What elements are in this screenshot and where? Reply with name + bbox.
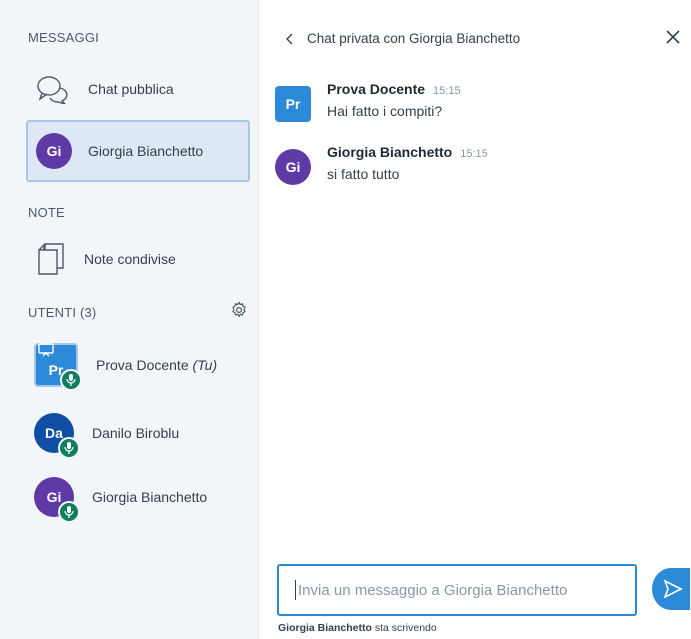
shared-notes-label: Note condivise xyxy=(84,251,176,267)
microphone-icon xyxy=(58,437,80,459)
message-input[interactable]: Invia un messaggio a Giorgia Bianchetto xyxy=(277,564,637,616)
avatar: Pr xyxy=(275,86,311,122)
chat-message: Pr Prova Docente 15:15 Hai fatto i compit… xyxy=(275,81,461,122)
user-name: Giorgia Bianchetto xyxy=(92,489,208,505)
message-text: Hai fatto i compiti? xyxy=(327,103,443,119)
input-placeholder: Invia un messaggio a Giorgia Bianchetto xyxy=(298,581,568,599)
gear-icon[interactable] xyxy=(230,301,248,319)
message-author: Prova Docente xyxy=(327,81,426,97)
chat-message: Gi Giorgia Bianchetto 15:15 si fatto tutt… xyxy=(275,144,488,185)
avatar: Gi xyxy=(275,149,311,185)
document-icon xyxy=(36,242,66,276)
user-row-danilo-biroblu[interactable]: Da Danilo Biroblu xyxy=(34,408,254,459)
user-name: Danilo Biroblu xyxy=(92,425,180,441)
avatar: Gi xyxy=(34,477,80,523)
chat-bubbles-icon xyxy=(36,74,72,106)
sidebar: MESSAGGI Chat pubblica Gi Giorgia Bianch… xyxy=(0,0,259,639)
private-chat-item[interactable]: Gi Giorgia Bianchetto xyxy=(26,120,250,182)
user-row-giorgia-bianchetto[interactable]: Gi Giorgia Bianchetto xyxy=(34,472,254,523)
chat-title: Chat privata con Giorgia Bianchetto xyxy=(307,31,521,46)
presenter-icon xyxy=(38,343,54,357)
user-row-prova-docente[interactable]: Pr Prova Docente (Tu) xyxy=(34,340,254,391)
typing-indicator: Giorgia Bianchetto sta scrivendo xyxy=(278,622,437,634)
close-icon[interactable] xyxy=(664,28,682,46)
send-button[interactable] xyxy=(652,568,690,610)
microphone-icon xyxy=(60,369,82,391)
message-author: Giorgia Bianchetto xyxy=(327,144,453,160)
microphone-icon xyxy=(58,501,80,523)
avatar: Pr xyxy=(34,343,82,391)
message-time: 15:15 xyxy=(433,85,461,97)
avatar-initials: Gi xyxy=(46,489,62,505)
message-text: si fatto tutto xyxy=(327,166,400,182)
text-caret xyxy=(295,580,296,600)
private-chat-label: Giorgia Bianchetto xyxy=(88,143,204,159)
user-name: Prova Docente (Tu) xyxy=(96,357,218,373)
avatar-initials: Da xyxy=(45,425,63,441)
avatar: Gi xyxy=(36,133,72,169)
messages-section-title: MESSAGGI xyxy=(28,30,99,45)
public-chat-label: Chat pubblica xyxy=(88,81,174,97)
shared-notes-item[interactable]: Note condivise xyxy=(26,228,250,290)
public-chat-item[interactable]: Chat pubblica xyxy=(26,58,250,120)
users-section-title: UTENTI (3) xyxy=(28,305,97,320)
avatar: Da xyxy=(34,413,80,459)
chevron-left-icon[interactable] xyxy=(285,33,295,45)
message-time: 15:15 xyxy=(460,148,488,160)
notes-section-title: NOTE xyxy=(28,205,65,220)
send-icon xyxy=(663,579,683,599)
chat-header[interactable]: Chat privata con Giorgia Bianchetto xyxy=(285,31,520,46)
